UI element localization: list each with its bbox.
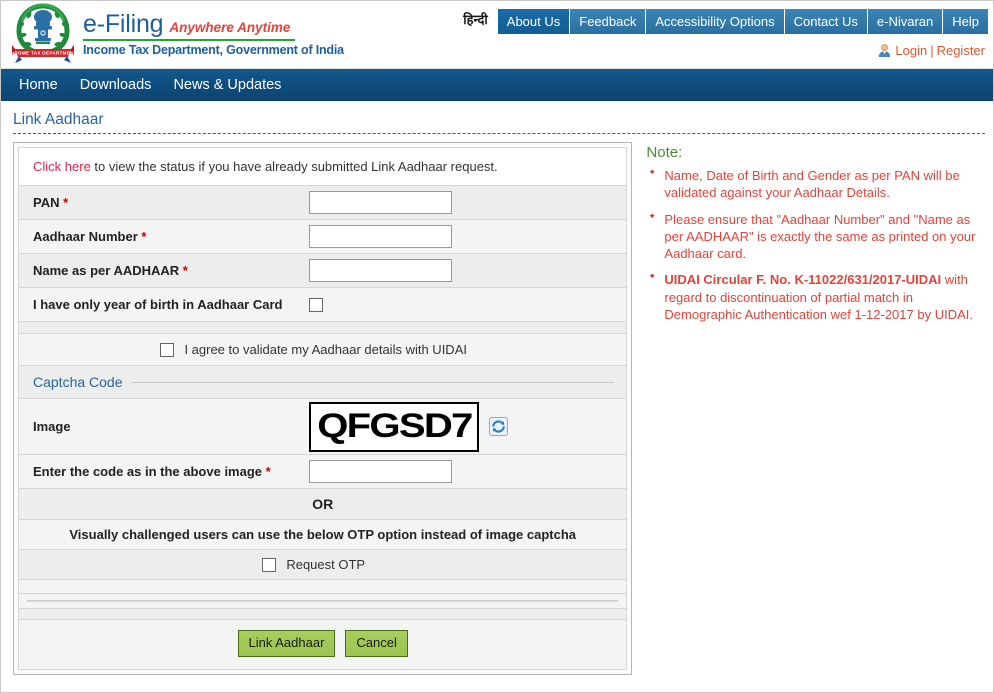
note-list: Name, Date of Birth and Gender as per PA… — [646, 167, 985, 323]
brand-text: e-Filing Anywhere Anytime Income Tax Dep… — [83, 9, 344, 57]
brand-block: INCOME TAX DEPARTMENT e-Filing Anywhere … — [9, 3, 344, 65]
refresh-captcha-icon[interactable] — [489, 417, 508, 436]
tab-feedback[interactable]: Feedback — [570, 9, 647, 34]
required-marker: * — [63, 195, 69, 210]
form-row-pan: PAN * — [19, 186, 627, 220]
svg-text:INCOME TAX DEPARTMENT: INCOME TAX DEPARTMENT — [11, 51, 75, 56]
captcha-section-header: Captcha Code — [19, 366, 627, 399]
content-area: Link Aadhaar Click here to view the stat… — [1, 101, 993, 675]
nav-item-home[interactable]: Home — [19, 77, 58, 93]
brand-tagline: Anywhere Anytime — [169, 19, 291, 35]
name-as-per-aadhaar-input[interactable] — [309, 259, 452, 282]
tab-accessibility-options[interactable]: Accessibility Options — [646, 9, 785, 34]
captcha-text: QFGSD7 — [316, 407, 473, 445]
nav-item-news-updates[interactable]: News & Updates — [173, 77, 281, 93]
note-item: Please ensure that "Aadhaar Number" and … — [646, 211, 985, 263]
captcha-image: QFGSD7 — [309, 401, 479, 452]
nav-item-downloads[interactable]: Downloads — [80, 77, 152, 93]
form-row-captcha-image: Image QFGSD7 — [19, 399, 627, 455]
form-row-name-as-per-aadhaar: Name as per AADHAAR * — [19, 254, 627, 288]
section-header-line — [130, 381, 615, 383]
required-marker: * — [141, 229, 147, 244]
brand-subtitle: Income Tax Department, Government of Ind… — [83, 42, 344, 57]
form-button-row: Link Aadhaar Cancel — [19, 620, 627, 670]
captcha-image-label: Image — [33, 419, 71, 434]
register-link[interactable]: Register — [937, 43, 985, 58]
year-of-birth-checkbox[interactable] — [309, 297, 323, 312]
login-link[interactable]: Login — [895, 43, 927, 58]
check-status-link[interactable]: Click here — [33, 159, 91, 174]
captcha-input[interactable] — [309, 460, 452, 483]
status-notice-text: to view the status if you have already s… — [90, 159, 498, 174]
request-otp-checkbox[interactable] — [262, 557, 277, 572]
login-register-bar: Login | Register — [877, 43, 985, 58]
captcha-input-label: Enter the code as in the above image * — [33, 464, 271, 479]
form-row-aadhaar-number: Aadhaar Number * — [19, 220, 627, 254]
pan-label: PAN * — [33, 195, 69, 210]
top-navigation-tabs: हिन्दी About Us Feedback Accessibility O… — [463, 9, 988, 34]
language-toggle-hindi[interactable]: हिन्दी — [463, 9, 498, 34]
form-spacer-row-2 — [19, 580, 627, 594]
aadhaar-number-label: Aadhaar Number * — [33, 229, 147, 244]
form-spacer-row — [19, 322, 627, 334]
note-title: Note: — [646, 144, 683, 161]
title-divider — [13, 133, 985, 134]
content-columns: Click here to view the status if you hav… — [13, 142, 985, 675]
horizontal-rule — [27, 600, 619, 602]
cancel-button[interactable]: Cancel — [345, 630, 408, 657]
form-row-agree-uidai: I agree to validate my Aadhaar details w… — [19, 334, 627, 366]
page-title: Link Aadhaar — [13, 111, 104, 128]
tab-help[interactable]: Help — [943, 9, 988, 34]
otp-hint-row: Visually challenged users can use the be… — [19, 520, 627, 550]
pan-input[interactable] — [309, 191, 452, 214]
page-root: INCOME TAX DEPARTMENT e-Filing Anywhere … — [0, 0, 994, 693]
name-as-per-aadhaar-label: Name as per AADHAAR * — [33, 263, 188, 278]
brand-title: e-Filing — [83, 9, 164, 38]
link-aadhaar-button[interactable]: Link Aadhaar — [237, 630, 336, 657]
link-aadhaar-form-panel: Click here to view the status if you hav… — [13, 142, 633, 675]
or-separator-row: OR — [19, 489, 627, 520]
tab-about-us[interactable]: About Us — [497, 9, 571, 34]
note-panel: Note: Name, Date of Birth and Gender as … — [646, 142, 985, 332]
required-marker: * — [182, 263, 188, 278]
captcha-section-title: Captcha Code — [33, 374, 123, 390]
agree-uidai-checkbox[interactable] — [160, 342, 175, 357]
note-item: Name, Date of Birth and Gender as per PA… — [646, 167, 985, 202]
user-avatar-icon — [877, 43, 892, 58]
form-row-year-of-birth-only: I have only year of birth in Aadhaar Car… — [19, 288, 627, 322]
site-header: INCOME TAX DEPARTMENT e-Filing Anywhere … — [1, 1, 993, 69]
agree-uidai-label: I agree to validate my Aadhaar details w… — [184, 342, 467, 357]
form-inner: Click here to view the status if you hav… — [18, 147, 628, 670]
note-item-bold-prefix: UIDAI Circular F. No. K-11022/631/2017-U… — [664, 272, 945, 288]
year-of-birth-label: I have only year of birth in Aadhaar Car… — [33, 297, 283, 312]
tab-e-nivaran[interactable]: e-Nivaran — [867, 9, 944, 34]
required-marker: * — [265, 464, 271, 479]
aadhaar-number-input[interactable] — [309, 225, 452, 248]
tab-contact-us[interactable]: Contact Us — [784, 9, 868, 34]
brand-divider — [83, 38, 295, 41]
national-emblem-icon: INCOME TAX DEPARTMENT — [9, 3, 77, 65]
note-item: UIDAI Circular F. No. K-11022/631/2017-U… — [646, 271, 985, 323]
form-row-captcha-input: Enter the code as in the above image * — [19, 455, 627, 489]
login-separator: | — [930, 43, 934, 58]
form-row-request-otp: Request OTP — [19, 550, 627, 580]
status-notice-row: Click here to view the status if you hav… — [19, 148, 627, 186]
form-spacer-row-3 — [19, 609, 627, 620]
main-navigation: Home Downloads News & Updates — [1, 69, 993, 101]
form-divider-row — [19, 594, 627, 609]
request-otp-label: Request OTP — [286, 557, 366, 572]
